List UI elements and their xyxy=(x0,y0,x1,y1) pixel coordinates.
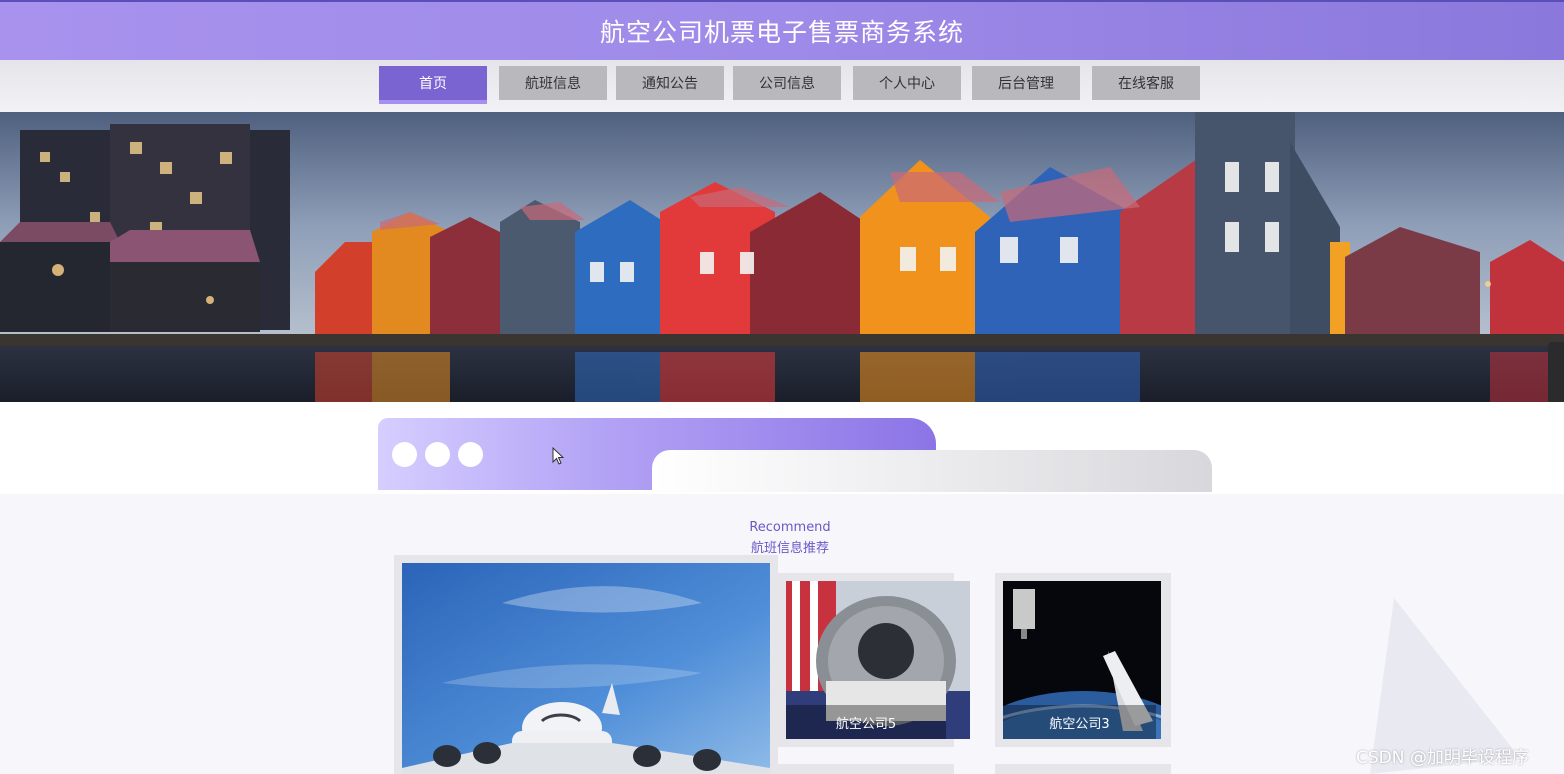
nav-item-support[interactable]: 在线客服 xyxy=(1092,66,1200,100)
window-dot-icon xyxy=(458,442,483,467)
site-header: 航空公司机票电子售票商务系统 xyxy=(0,0,1564,60)
flight-card-caption: 航空公司3 xyxy=(1003,705,1156,739)
nav-item-company[interactable]: 公司信息 xyxy=(733,66,841,100)
nav-item-home[interactable]: 首页 xyxy=(379,66,487,104)
nav-item-flights[interactable]: 航班信息 xyxy=(499,66,607,100)
window-dot-icon xyxy=(392,442,417,467)
banner-carousel[interactable] xyxy=(0,112,1564,402)
nav-item-admin[interactable]: 后台管理 xyxy=(972,66,1080,100)
window-dot-icon xyxy=(425,442,450,467)
recommend-title-cn: 航班信息推荐 xyxy=(750,541,829,556)
flight-card[interactable]: 航空公司3 xyxy=(995,573,1171,747)
nav-item-notices[interactable]: 通知公告 xyxy=(616,66,724,100)
watermark-text: CSDN @加明毕设程序 xyxy=(1356,748,1529,768)
mouse-cursor-icon xyxy=(552,447,564,465)
flight-card[interactable] xyxy=(778,764,954,774)
flight-card[interactable] xyxy=(995,764,1171,774)
main-nav: 首页 航班信息 通知公告 公司信息 个人中心 后台管理 在线客服 xyxy=(0,60,1564,112)
recommend-title-en: Recommend xyxy=(749,520,831,535)
deco-window-back xyxy=(652,450,1212,492)
flight-card[interactable]: 航空公司5 xyxy=(778,573,970,747)
nav-item-profile[interactable]: 个人中心 xyxy=(853,66,961,100)
airplane-image xyxy=(402,563,770,774)
flight-card-caption: 航空公司5 xyxy=(786,705,946,739)
banner-image xyxy=(0,112,1564,402)
site-title: 航空公司机票电子售票商务系统 xyxy=(599,18,964,47)
featured-flight-card[interactable] xyxy=(394,555,778,774)
